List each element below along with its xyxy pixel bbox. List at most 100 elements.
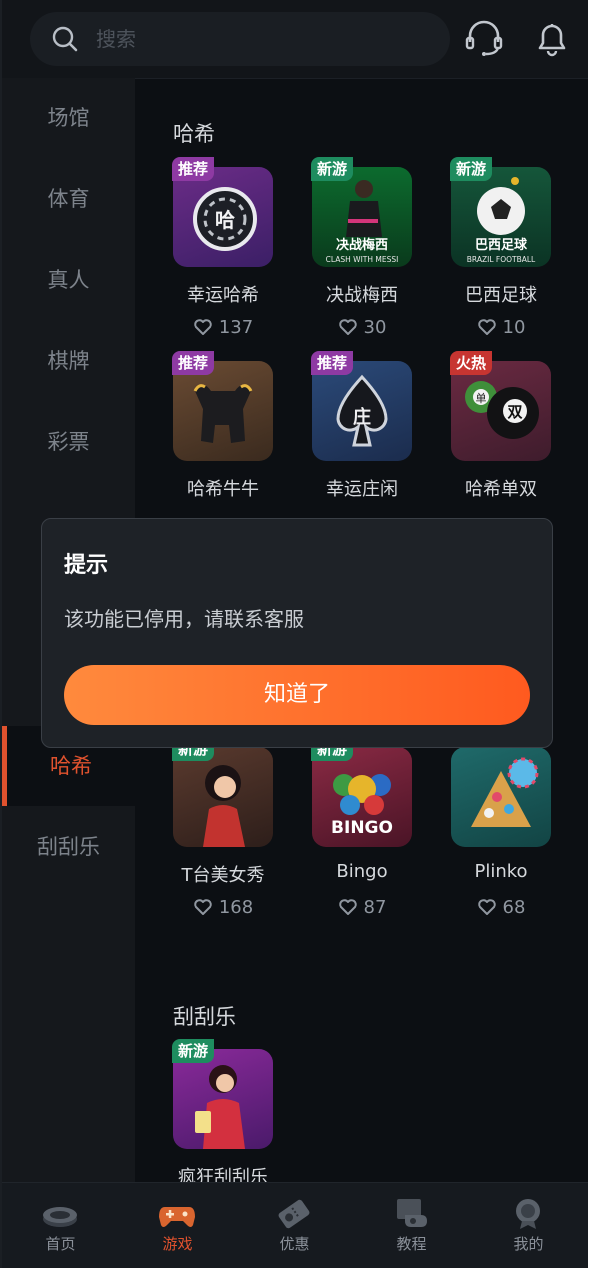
- svg-text:BINGO: BINGO: [331, 818, 393, 838]
- svg-text:CLASH WITH MESSI: CLASH WITH MESSI: [326, 255, 399, 264]
- game-thumbnail: 哈: [173, 167, 273, 267]
- sidebar-item-live[interactable]: 真人: [2, 240, 135, 320]
- game-thumbnail: 庄: [312, 361, 412, 461]
- customer-service-icon[interactable]: [464, 18, 504, 58]
- tab-label: 优惠: [279, 1235, 310, 1253]
- game-name: Plinko: [474, 861, 528, 882]
- plinko-board-icon: [471, 757, 539, 827]
- dialog-title: 提示: [64, 553, 109, 578]
- heart-icon: [477, 319, 496, 335]
- sidebar-item-cards[interactable]: 棋牌: [2, 321, 135, 401]
- tab-tutorial[interactable]: 教程: [353, 1183, 470, 1268]
- game-name: 哈希牛牛: [187, 479, 259, 500]
- badge-new: 新游: [311, 157, 354, 181]
- svg-text:单: 单: [476, 392, 487, 405]
- game-thumbnail: [173, 747, 273, 847]
- sidebar-item-label: 真人: [47, 268, 90, 292]
- sidebar-item-sports[interactable]: 体育: [2, 159, 135, 239]
- model-woman-icon: [203, 765, 245, 847]
- soccer-ball-icon: 巴西足球 BRAZIL FOOTBALL: [467, 177, 536, 264]
- tab-profile[interactable]: 我的: [470, 1183, 587, 1268]
- scratch-card-icon: [195, 1065, 245, 1149]
- likes-count: 87: [363, 897, 387, 918]
- whistle-icon: [397, 1199, 427, 1227]
- search-icon: [52, 26, 78, 52]
- game-likes: 68: [421, 897, 581, 918]
- svg-text:双: 双: [507, 403, 522, 421]
- bingo-balls-icon: BINGO: [331, 774, 393, 838]
- tab-games[interactable]: 游戏: [119, 1183, 236, 1268]
- heart-icon: [194, 899, 212, 915]
- game-thumbnail: BINGO: [312, 747, 412, 847]
- likes-count: 68: [502, 897, 526, 918]
- game-thumbnail: [173, 1049, 273, 1149]
- soccer-player-icon: 决战梅西 CLASH WITH MESSI: [326, 180, 399, 264]
- poker-chip-icon: 哈: [193, 187, 257, 251]
- sidebar-item-lottery[interactable]: 彩票: [2, 402, 135, 482]
- game-thumbnail: [451, 747, 551, 847]
- badge-recommended: 推荐: [311, 351, 354, 375]
- game-name: 幸运庄闲: [326, 479, 398, 500]
- bell-icon[interactable]: [532, 18, 572, 58]
- dialog-confirm-button[interactable]: 知道了: [64, 665, 530, 725]
- svg-text:巴西足球: 巴西足球: [475, 237, 528, 253]
- tab-label: 游戏: [162, 1235, 193, 1253]
- spade-icon: 庄: [336, 374, 388, 447]
- heart-icon: [194, 319, 212, 335]
- app-screen: 搜索 场馆 体育 真人 棋牌 彩票 哈希 刮刮乐 哈希 哈 推荐 幸运哈希 13…: [0, 0, 588, 1268]
- badge-hot: 火热: [450, 351, 493, 375]
- likes-count: 10: [502, 317, 526, 338]
- sidebar-item-label: 彩票: [47, 430, 90, 454]
- game-thumbnail: 决战梅西 CLASH WITH MESSI: [312, 167, 412, 267]
- likes-count: 137: [218, 317, 254, 338]
- game-thumbnail: [173, 361, 273, 461]
- sidebar-item-label: 刮刮乐: [37, 835, 100, 859]
- heart-icon: [338, 319, 357, 335]
- ticket-icon: [278, 1199, 310, 1229]
- bottom-nav: 首页 游戏 优惠 教程 我的: [2, 1182, 588, 1268]
- game-likes: 137: [143, 317, 303, 338]
- tab-label: 首页: [45, 1235, 76, 1253]
- badge-recommended: 推荐: [172, 157, 215, 181]
- heart-icon: [477, 899, 496, 915]
- game-likes: 10: [421, 317, 581, 338]
- badge-recommended: 推荐: [172, 351, 215, 375]
- bull-icon: [193, 384, 253, 443]
- game-name: Bingo: [336, 861, 388, 882]
- game-name: T台美女秀: [181, 865, 265, 886]
- notice-dialog: 提示 该功能已停用，请联系客服 知道了: [41, 518, 553, 748]
- heart-icon: [338, 899, 357, 915]
- badge-new: 新游: [172, 1039, 215, 1063]
- stadium-icon: [43, 1207, 77, 1227]
- game-name: 哈希单双: [465, 479, 537, 500]
- tab-label: 教程: [396, 1235, 427, 1253]
- likes-count: 30: [363, 317, 387, 338]
- game-thumbnail: 单双: [451, 361, 551, 461]
- game-likes: 168: [143, 897, 303, 918]
- game-name: 巴西足球: [465, 285, 537, 306]
- sidebar-item-scratch[interactable]: 刮刮乐: [2, 807, 135, 887]
- search-placeholder: 搜索: [96, 27, 136, 51]
- tab-home[interactable]: 首页: [2, 1183, 119, 1268]
- sidebar-item-label: 棋牌: [47, 349, 90, 373]
- search-input[interactable]: 搜索: [30, 12, 450, 66]
- svg-text:哈: 哈: [215, 208, 235, 232]
- svg-text:决战梅西: 决战梅西: [336, 237, 388, 253]
- sidebar-item-label: 哈希: [50, 754, 92, 778]
- game-name: 幸运哈希: [187, 285, 259, 306]
- sidebar-item-venue[interactable]: 场馆: [2, 78, 135, 158]
- section-title: 哈希: [173, 122, 215, 146]
- billiard-balls-icon: 单双: [465, 381, 539, 439]
- badge-new: 新游: [450, 157, 493, 181]
- sidebar-item-label: 体育: [47, 187, 90, 211]
- section-title: 刮刮乐: [173, 1005, 236, 1029]
- gamepad-icon: [159, 1207, 195, 1227]
- game-likes: 87: [282, 897, 442, 918]
- tab-promotions[interactable]: 优惠: [236, 1183, 353, 1268]
- dialog-message: 该功能已停用，请联系客服: [64, 607, 304, 631]
- svg-text:BRAZIL FOOTBALL: BRAZIL FOOTBALL: [467, 255, 536, 264]
- sidebar-item-label: 场馆: [47, 106, 90, 130]
- svg-text:庄: 庄: [353, 406, 371, 428]
- likes-count: 168: [218, 897, 254, 918]
- header: 搜索: [2, 0, 588, 79]
